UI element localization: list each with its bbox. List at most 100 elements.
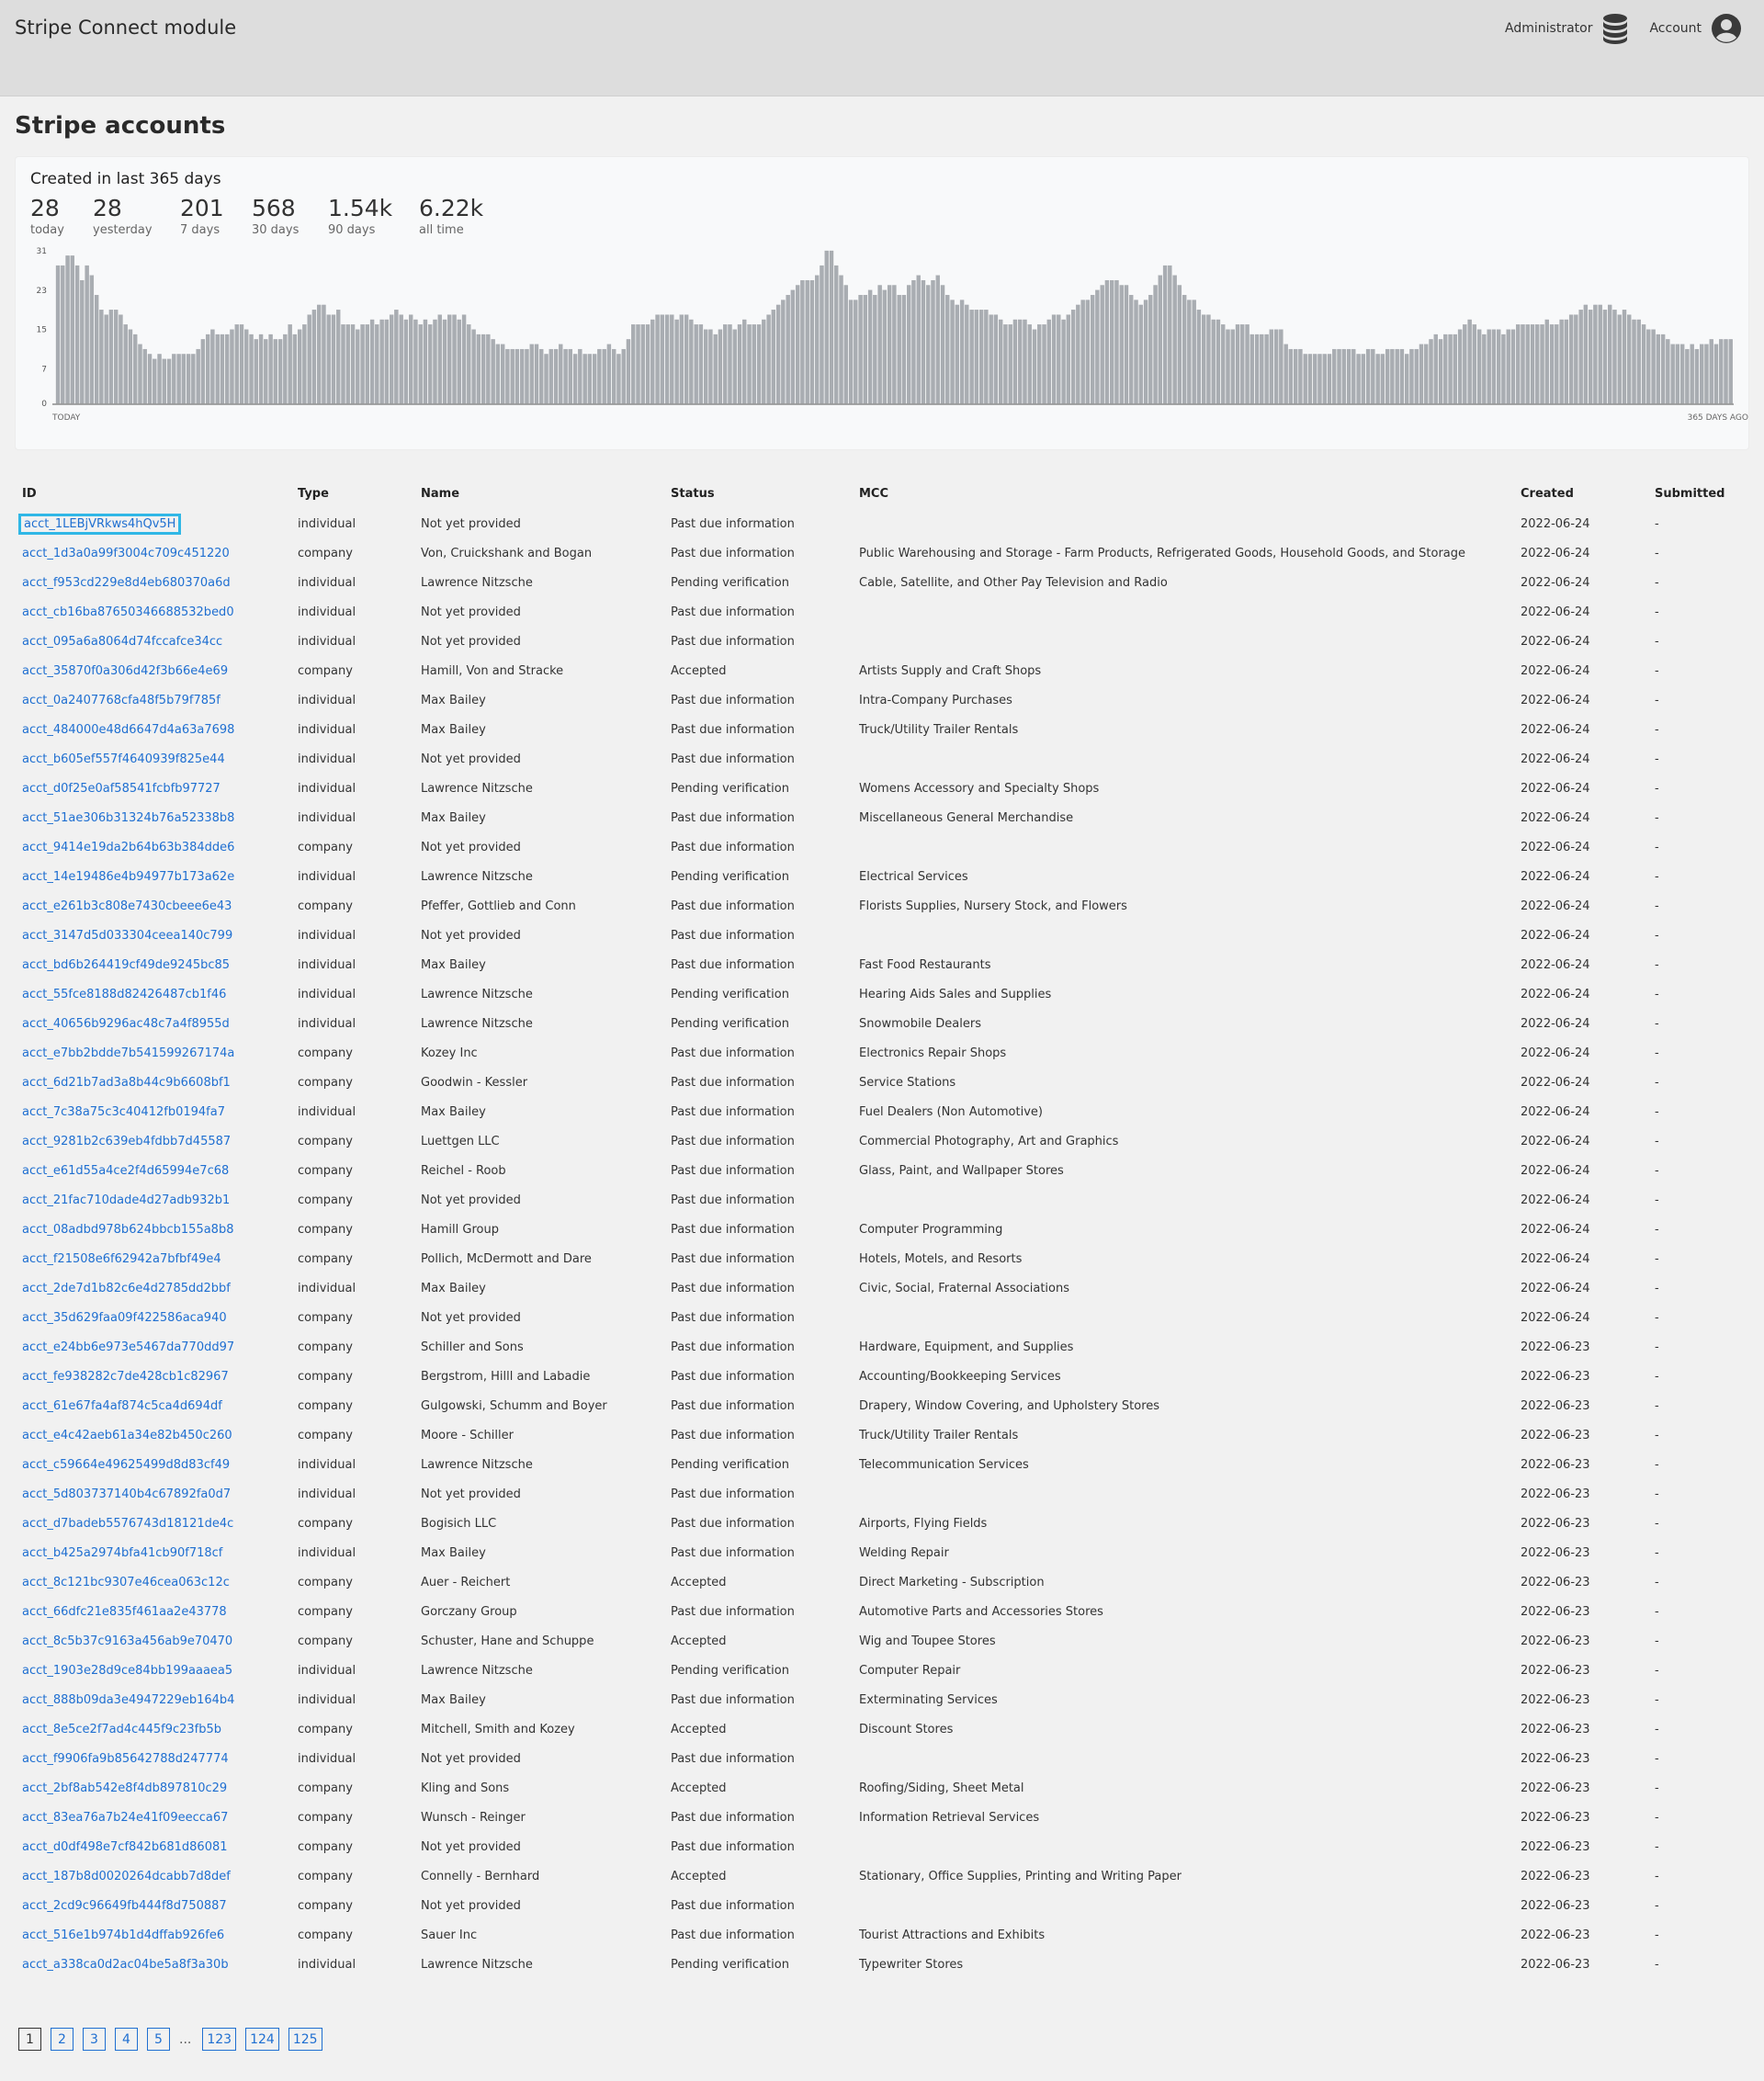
account-id-link[interactable]: acct_21fac710dade4d27adb932b1 — [22, 1193, 230, 1207]
account-id-link[interactable]: acct_187b8d0020264dcabb7d8def — [22, 1870, 231, 1883]
table-row[interactable]: acct_8e5ce2f7ad4c445f9c23fb5b company Mitc… — [15, 1714, 1749, 1744]
account-id-link[interactable]: acct_b605ef557f4640939f825e44 — [22, 752, 225, 766]
table-row[interactable]: acct_1LEBjVRkws4hQv5H individual Not yet p… — [15, 509, 1749, 538]
table-row[interactable]: acct_fe938282c7de428cb1c82967 company Berg… — [15, 1362, 1749, 1391]
account-id-link[interactable]: acct_14e19486e4b94977b173a62e — [22, 870, 234, 884]
table-row[interactable]: acct_55fce8188d82426487cb1f46 individual L… — [15, 979, 1749, 1009]
account-id-link[interactable]: acct_0a2407768cfa48f5b79f785f — [22, 694, 220, 707]
account-id-link[interactable]: acct_095a6a8064d74fccafce34cc — [22, 635, 222, 649]
table-row[interactable]: acct_c59664e49625499d8d83cf49 individual L… — [15, 1450, 1749, 1479]
table-row[interactable]: acct_095a6a8064d74fccafce34cc individual N… — [15, 627, 1749, 656]
account-id-link[interactable]: acct_cb16ba87650346688532bed0 — [22, 605, 234, 619]
table-row[interactable]: acct_21fac710dade4d27adb932b1 company Not … — [15, 1185, 1749, 1215]
account-id-link[interactable]: acct_83ea76a7b24e41f09eecca67 — [22, 1811, 228, 1825]
page-button-4[interactable]: 4 — [115, 2028, 138, 2051]
table-row[interactable]: acct_3147d5d033304ceea140c799 individual N… — [15, 921, 1749, 950]
table-row[interactable]: acct_6d21b7ad3a8b44c9b6608bf1 company Good… — [15, 1068, 1749, 1097]
table-row[interactable]: acct_83ea76a7b24e41f09eecca67 company Wuns… — [15, 1803, 1749, 1832]
account-id-link[interactable]: acct_1d3a0a99f3004c709c451220 — [22, 547, 230, 560]
page-button-5[interactable]: 5 — [147, 2028, 170, 2051]
account-id-link[interactable]: acct_8c5b37c9163a456ab9e70470 — [22, 1634, 232, 1648]
table-row[interactable]: acct_2de7d1b82c6e4d2785dd2bbf individual M… — [15, 1273, 1749, 1303]
administrator-menu[interactable]: Administrator — [1505, 13, 1629, 44]
account-id-link[interactable]: acct_7c38a75c3c40412fb0194fa7 — [22, 1105, 225, 1119]
table-row[interactable]: acct_7c38a75c3c40412fb0194fa7 individual M… — [15, 1097, 1749, 1126]
account-id-link[interactable]: acct_55fce8188d82426487cb1f46 — [22, 988, 226, 1001]
table-row[interactable]: acct_bd6b264419cf49de9245bc85 individual M… — [15, 950, 1749, 979]
account-id-link[interactable]: acct_66dfc21e835f461aa2e43778 — [22, 1605, 227, 1619]
table-row[interactable]: acct_9414e19da2b64b63b384dde6 company Not … — [15, 832, 1749, 862]
account-id-link[interactable]: acct_f953cd229e8d4eb680370a6d — [22, 576, 231, 590]
account-id-link[interactable]: acct_2bf8ab542e8f4db897810c29 — [22, 1781, 227, 1795]
account-id-link[interactable]: acct_1903e28d9ce84bb199aaaea5 — [22, 1664, 232, 1678]
account-id-link[interactable]: acct_61e67fa4af874c5ca4d694df — [22, 1399, 222, 1413]
page-button-3[interactable]: 3 — [83, 2028, 106, 2051]
account-id-link[interactable]: acct_2cd9c96649fb444f8d750887 — [22, 1899, 227, 1913]
table-row[interactable]: acct_40656b9296ac48c7a4f8955d individual L… — [15, 1009, 1749, 1038]
table-row[interactable]: acct_14e19486e4b94977b173a62e individual L… — [15, 862, 1749, 891]
account-id-link[interactable]: acct_888b09da3e4947229eb164b4 — [22, 1693, 234, 1707]
account-id-link[interactable]: acct_d7badeb5576743d18121de4c — [22, 1517, 233, 1531]
account-id-link[interactable]: acct_f9906fa9b85642788d247774 — [22, 1752, 229, 1766]
column-header-name[interactable]: Name — [413, 478, 663, 509]
table-row[interactable]: acct_9281b2c639eb4fdbb7d45587 company Luet… — [15, 1126, 1749, 1156]
account-id-link[interactable]: acct_1LEBjVRkws4hQv5H — [17, 513, 182, 535]
account-id-link[interactable]: acct_9281b2c639eb4fdbb7d45587 — [22, 1135, 231, 1148]
table-row[interactable]: acct_cb16ba87650346688532bed0 individual N… — [15, 597, 1749, 627]
table-row[interactable]: acct_187b8d0020264dcabb7d8def company Conn… — [15, 1861, 1749, 1891]
table-row[interactable]: acct_516e1b974b1d4dffab926fe6 company Saue… — [15, 1920, 1749, 1950]
table-row[interactable]: acct_66dfc21e835f461aa2e43778 company Gorc… — [15, 1597, 1749, 1626]
page-button-1[interactable]: 1 — [18, 2028, 41, 2051]
account-id-link[interactable]: acct_f21508e6f62942a7bfbf49e4 — [22, 1252, 221, 1266]
table-row[interactable]: acct_08adbd978b624bbcb155a8b8 company Hami… — [15, 1215, 1749, 1244]
account-id-link[interactable]: acct_35870f0a306d42f3b66e4e69 — [22, 664, 228, 678]
account-id-link[interactable]: acct_08adbd978b624bbcb155a8b8 — [22, 1223, 233, 1237]
account-menu[interactable]: Account — [1649, 13, 1742, 44]
table-row[interactable]: acct_e24bb6e973e5467da770dd97 company Schi… — [15, 1332, 1749, 1362]
page-button-124[interactable]: 124 — [245, 2028, 279, 2051]
page-button-123[interactable]: 123 — [202, 2028, 237, 2051]
table-row[interactable]: acct_2cd9c96649fb444f8d750887 company Not … — [15, 1891, 1749, 1920]
table-row[interactable]: acct_888b09da3e4947229eb164b4 individual M… — [15, 1685, 1749, 1714]
column-header-id[interactable]: ID — [15, 478, 290, 509]
account-id-link[interactable]: acct_35d629faa09f422586aca940 — [22, 1311, 227, 1325]
account-id-link[interactable]: acct_40656b9296ac48c7a4f8955d — [22, 1017, 230, 1031]
table-row[interactable]: acct_a338ca0d2ac04be5a8f3a30b individual L… — [15, 1950, 1749, 1979]
account-id-link[interactable]: acct_484000e48d6647d4a63a7698 — [22, 723, 234, 737]
account-id-link[interactable]: acct_b425a2974bfa41cb90f718cf — [22, 1546, 222, 1560]
column-header-status[interactable]: Status — [663, 478, 852, 509]
account-id-link[interactable]: acct_3147d5d033304ceea140c799 — [22, 929, 232, 943]
table-row[interactable]: acct_b425a2974bfa41cb90f718cf individual M… — [15, 1538, 1749, 1567]
account-id-link[interactable]: acct_d0df498e7cf842b681d86081 — [22, 1840, 228, 1854]
account-id-link[interactable]: acct_8e5ce2f7ad4c445f9c23fb5b — [22, 1723, 221, 1736]
account-id-link[interactable]: acct_e261b3c808e7430cbeee6e43 — [22, 899, 232, 913]
account-id-link[interactable]: acct_51ae306b31324b76a52338b8 — [22, 811, 234, 825]
page-button-125[interactable]: 125 — [288, 2028, 322, 2051]
table-row[interactable]: acct_35d629faa09f422586aca940 company Not … — [15, 1303, 1749, 1332]
table-row[interactable]: acct_f9906fa9b85642788d247774 individual N… — [15, 1744, 1749, 1773]
account-id-link[interactable]: acct_9414e19da2b64b63b384dde6 — [22, 841, 234, 854]
table-row[interactable]: acct_d0f25e0af58541fcbfb97727 individual L… — [15, 774, 1749, 803]
account-id-link[interactable]: acct_5d803737140b4c67892fa0d7 — [22, 1487, 231, 1501]
table-row[interactable]: acct_51ae306b31324b76a52338b8 individual M… — [15, 803, 1749, 832]
table-row[interactable]: acct_8c5b37c9163a456ab9e70470 company Schu… — [15, 1626, 1749, 1656]
table-row[interactable]: acct_484000e48d6647d4a63a7698 individual M… — [15, 715, 1749, 744]
table-row[interactable]: acct_f953cd229e8d4eb680370a6d individual L… — [15, 568, 1749, 597]
account-id-link[interactable]: acct_c59664e49625499d8d83cf49 — [22, 1458, 230, 1472]
account-id-link[interactable]: acct_516e1b974b1d4dffab926fe6 — [22, 1928, 224, 1942]
table-row[interactable]: acct_d7badeb5576743d18121de4c company Bogi… — [15, 1509, 1749, 1538]
table-row[interactable]: acct_0a2407768cfa48f5b79f785f individual M… — [15, 685, 1749, 715]
account-id-link[interactable]: acct_2de7d1b82c6e4d2785dd2bbf — [22, 1282, 231, 1295]
column-header-type[interactable]: Type — [290, 478, 413, 509]
table-row[interactable]: acct_d0df498e7cf842b681d86081 company Not … — [15, 1832, 1749, 1861]
account-id-link[interactable]: acct_e7bb2bdde7b541599267174a — [22, 1046, 234, 1060]
table-row[interactable]: acct_1903e28d9ce84bb199aaaea5 individual L… — [15, 1656, 1749, 1685]
table-row[interactable]: acct_e61d55a4ce2f4d65994e7c68 company Reic… — [15, 1156, 1749, 1185]
account-id-link[interactable]: acct_6d21b7ad3a8b44c9b6608bf1 — [22, 1076, 231, 1090]
table-row[interactable]: acct_2bf8ab542e8f4db897810c29 company Klin… — [15, 1773, 1749, 1803]
table-row[interactable]: acct_5d803737140b4c67892fa0d7 individual N… — [15, 1479, 1749, 1509]
table-row[interactable]: acct_e261b3c808e7430cbeee6e43 company Pfef… — [15, 891, 1749, 921]
column-header-submitted[interactable]: Submitted — [1647, 478, 1749, 509]
table-row[interactable]: acct_35870f0a306d42f3b66e4e69 company Hami… — [15, 656, 1749, 685]
account-id-link[interactable]: acct_d0f25e0af58541fcbfb97727 — [22, 782, 220, 796]
